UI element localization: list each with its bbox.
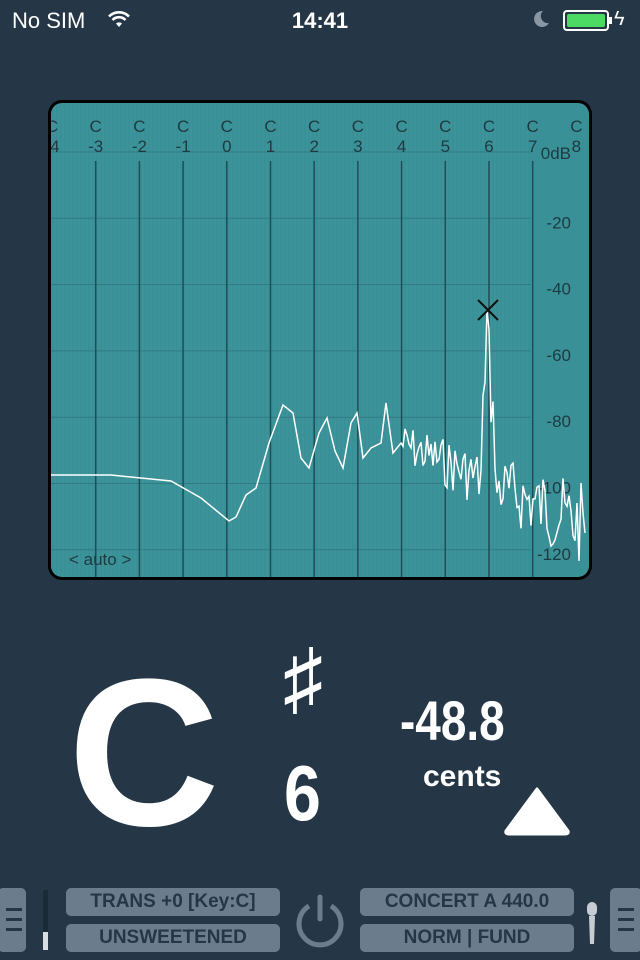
- battery-icon: [563, 10, 612, 31]
- charging-icon: ϟ: [614, 8, 625, 30]
- octave-note-label: C: [133, 117, 145, 136]
- octave-number: 6: [284, 749, 321, 837]
- octave-note-label: C: [439, 117, 451, 136]
- octave-note-label: C: [177, 117, 189, 136]
- db-label: -20: [546, 213, 571, 232]
- octave-number-label: -3: [88, 137, 103, 156]
- db-label: -40: [546, 280, 571, 299]
- accidental: ♯: [283, 633, 323, 722]
- status-bar: No SIM 14:41 ϟ: [0, 0, 640, 40]
- cents-label: cents: [423, 760, 502, 793]
- auto-mode-label[interactable]: < auto >: [69, 550, 131, 570]
- transpose-button[interactable]: TRANS +0 [Key:C]: [66, 888, 280, 916]
- octave-number-label: -4: [51, 137, 60, 156]
- carrier: No SIM: [12, 8, 86, 33]
- octave-number-label: 7: [528, 137, 537, 156]
- db-label: -120: [537, 545, 571, 564]
- note-name: C: [68, 635, 220, 870]
- power-icon[interactable]: [293, 894, 347, 950]
- spectrum-plot[interactable]: 0dB-20-40-60-80-100-120C-4C-3C-2C-1C0C1C…: [48, 100, 592, 580]
- octave-number-label: 8: [572, 137, 581, 156]
- microphone-icon[interactable]: [584, 900, 600, 946]
- octave-note-label: C: [221, 117, 233, 136]
- moon-icon: [534, 10, 549, 27]
- octave-number-label: 5: [441, 137, 450, 156]
- octave-note-label: C: [352, 117, 364, 136]
- octave-number-label: 2: [309, 137, 318, 156]
- octave-note-label: C: [51, 117, 58, 136]
- concert-pitch-button[interactable]: CONCERT A 440.0: [360, 888, 574, 916]
- db-label: -80: [546, 412, 571, 431]
- input-level-meter: [43, 890, 48, 950]
- mode-button[interactable]: NORM | FUND: [360, 924, 574, 952]
- tune-up-arrow-icon: [504, 787, 570, 836]
- octave-number-label: 3: [353, 137, 362, 156]
- octave-number-label: 1: [266, 137, 275, 156]
- left-menu-button[interactable]: [0, 888, 26, 952]
- octave-note-label: C: [395, 117, 407, 136]
- octave-note-label: C: [570, 117, 582, 136]
- octave-number-label: 4: [397, 137, 406, 156]
- octave-number-label: -2: [132, 137, 147, 156]
- wifi-icon: [108, 11, 130, 27]
- temperament-button[interactable]: UNSWEETENED: [66, 924, 280, 952]
- db-label: -60: [546, 346, 571, 365]
- octave-note-label: C: [527, 117, 539, 136]
- octave-note-label: C: [308, 117, 320, 136]
- right-menu-button[interactable]: [610, 888, 640, 952]
- db-label: 0dB: [541, 144, 571, 163]
- cents-value: -48.8: [400, 689, 505, 752]
- octave-note-label: C: [483, 117, 495, 136]
- octave-note-label: C: [90, 117, 102, 136]
- octave-note-label: C: [264, 117, 276, 136]
- spectrum-svg: 0dB-20-40-60-80-100-120C-4C-3C-2C-1C0C1C…: [51, 103, 586, 577]
- octave-number-label: -1: [176, 137, 191, 156]
- octave-number-label: 0: [222, 137, 231, 156]
- octave-number-label: 6: [484, 137, 493, 156]
